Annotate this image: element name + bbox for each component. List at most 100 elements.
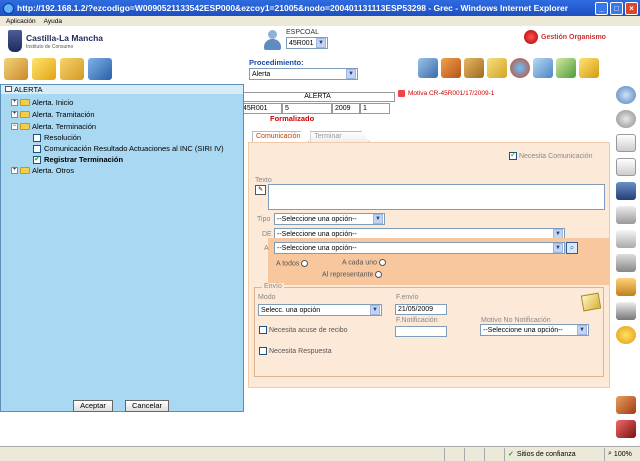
back-icon[interactable] [616,110,636,128]
a-todos-radio[interactable] [301,260,309,267]
edit-text-icon[interactable]: ✎ [255,185,266,195]
copy-icon[interactable] [616,230,636,248]
necesita-comunicacion-checkbox[interactable] [509,150,517,160]
tool-archive-icon[interactable] [464,58,484,78]
tool-search-icon[interactable] [533,58,553,78]
necesita-respuesta-label: Necesita Respuesta [268,347,332,355]
tool-tools-icon[interactable] [556,58,576,78]
security-zone[interactable]: ✓ Sitios de confianza [504,447,604,461]
fenvio-input[interactable]: 21/05/2009 [395,304,447,315]
print-icon[interactable] [616,302,636,320]
alerta-cell-org: 45R001 [240,103,282,114]
close-button[interactable]: × [625,1,638,15]
zoom-control[interactable]: ⌕ 100% [604,447,640,461]
tool-document-icon[interactable] [487,58,507,78]
comunicacion-checkbox[interactable] [33,144,41,153]
tab-comunicacion[interactable]: Comunicación [252,131,310,142]
left-toolbar [4,58,112,80]
alerta-title: ALERTA [240,92,395,102]
tree-item-registrar[interactable]: Registrar Terminación [33,154,123,164]
tipo-label: Tipo [257,216,271,223]
tool-globe-icon[interactable] [510,58,530,78]
acuse-recibo-checkbox[interactable] [259,326,267,334]
status-formalizado: Formalizado [270,114,315,123]
al-representante-label: Al representante [322,271,374,279]
registrar-checkbox[interactable] [33,154,41,164]
user-select-value: 45R001 [289,39,314,47]
radio-a-todos[interactable]: A todos [276,260,309,268]
al-representante-radio[interactable] [375,271,383,278]
tool-laptop-icon[interactable] [418,58,438,78]
tree-item-comunicacion[interactable]: Comunicación Resultado Actuaciones al IN… [33,144,224,153]
expand-icon[interactable]: + [11,167,18,174]
tree-item-label: Alerta. Terminación [32,122,97,131]
procedimiento-select[interactable]: Alerta ▼ [249,68,358,80]
app-header: Castilla-La Mancha Instituto de Consumo … [0,26,640,84]
tools-cross-icon[interactable] [616,396,636,414]
procedimiento: Procedimiento: Alerta ▼ [249,58,358,80]
user-select[interactable]: 45R001 ▼ [286,37,328,49]
chevron-down-icon: ▼ [346,69,356,79]
star-icon[interactable] [616,326,636,344]
tree-item-inicio[interactable]: + Alerta. Inicio [11,98,73,107]
tree-item-tramitacion[interactable]: + Alerta. Tramitación [11,110,95,119]
tool-books-icon[interactable] [441,58,461,78]
tipo-select[interactable]: --Seleccione una opción-- ▼ [274,213,385,225]
tool-folder-icon[interactable] [60,58,84,80]
de-label: DE [262,231,272,238]
texto-textarea[interactable] [268,184,605,210]
exit-icon[interactable] [616,420,636,438]
collapse-icon[interactable]: − [11,123,18,130]
search-icon[interactable]: ⌕ [566,242,578,254]
tool-home-icon[interactable] [4,58,28,80]
modo-select[interactable]: Selecc. una opción ▼ [258,304,382,316]
motiva-link[interactable]: Motiva CR-45R001/17/2009-1 [398,90,494,97]
org-link[interactable]: Gestión Organismo [524,30,606,44]
page-icon[interactable] [616,134,636,152]
expand-icon[interactable]: + [11,111,18,118]
aceptar-button[interactable]: Aceptar [73,400,113,412]
tree-popup: ALERTA + Alerta. Inicio + Alerta. Tramitac… [0,84,244,412]
procedimiento-value: Alerta [252,70,271,78]
fnotificacion-input[interactable] [395,326,447,337]
minimize-button[interactable]: _ [595,1,608,15]
pages-icon[interactable] [616,158,636,176]
tool-lightbulb-icon[interactable] [32,58,56,80]
chevron-down-icon: ▼ [373,214,383,224]
radio-al-representante[interactable]: Al representante [322,271,383,279]
necesita-comunicacion: Necesita Comunicación [509,150,593,160]
a-select[interactable]: --Seleccione una opción-- ▼ [274,242,565,254]
radio-a-cada-uno[interactable]: A cada uno [342,259,386,266]
motiva-icon [398,90,405,97]
resolucion-checkbox[interactable] [33,133,41,142]
status-seg [444,447,464,461]
maximize-button[interactable]: □ [610,1,623,15]
paste-icon[interactable] [616,254,636,272]
a-todos-label: A todos [276,260,300,268]
tab-terminar[interactable]: Terminar [310,131,371,142]
vertical-toolbar [612,84,640,446]
a-cada-uno-radio[interactable] [378,259,386,266]
folder-open-icon [20,123,30,130]
tool-network-icon[interactable] [88,58,112,80]
menu-ayuda[interactable]: Ayuda [44,18,62,25]
save-icon[interactable] [616,182,636,200]
tree-item-otros[interactable]: + Alerta. Otros [11,166,74,175]
scissors-icon[interactable] [616,206,636,224]
envelope-icon[interactable] [580,292,602,312]
attach-icon[interactable] [616,278,636,296]
texto-label: Texto [255,177,272,184]
tree-item-terminacion[interactable]: − Alerta. Terminación [11,122,96,131]
tool-settings-icon[interactable] [579,58,599,78]
cancelar-button[interactable]: Cancelar [125,400,169,412]
org-icon [524,30,538,44]
tree-item-resolucion[interactable]: Resolución [33,133,81,142]
expand-icon[interactable]: + [11,99,18,106]
user-label: ESPCOAL [286,29,320,36]
menu-aplicacion[interactable]: Aplicación [6,18,36,25]
logo-subtitle: Instituto de Consumo [26,43,74,50]
motivo-select[interactable]: --Seleccione una opción-- ▼ [480,324,589,336]
necesita-respuesta-checkbox[interactable] [259,347,267,355]
magnifier-icon[interactable] [616,86,636,104]
procedimiento-label: Procedimiento: [249,58,304,67]
